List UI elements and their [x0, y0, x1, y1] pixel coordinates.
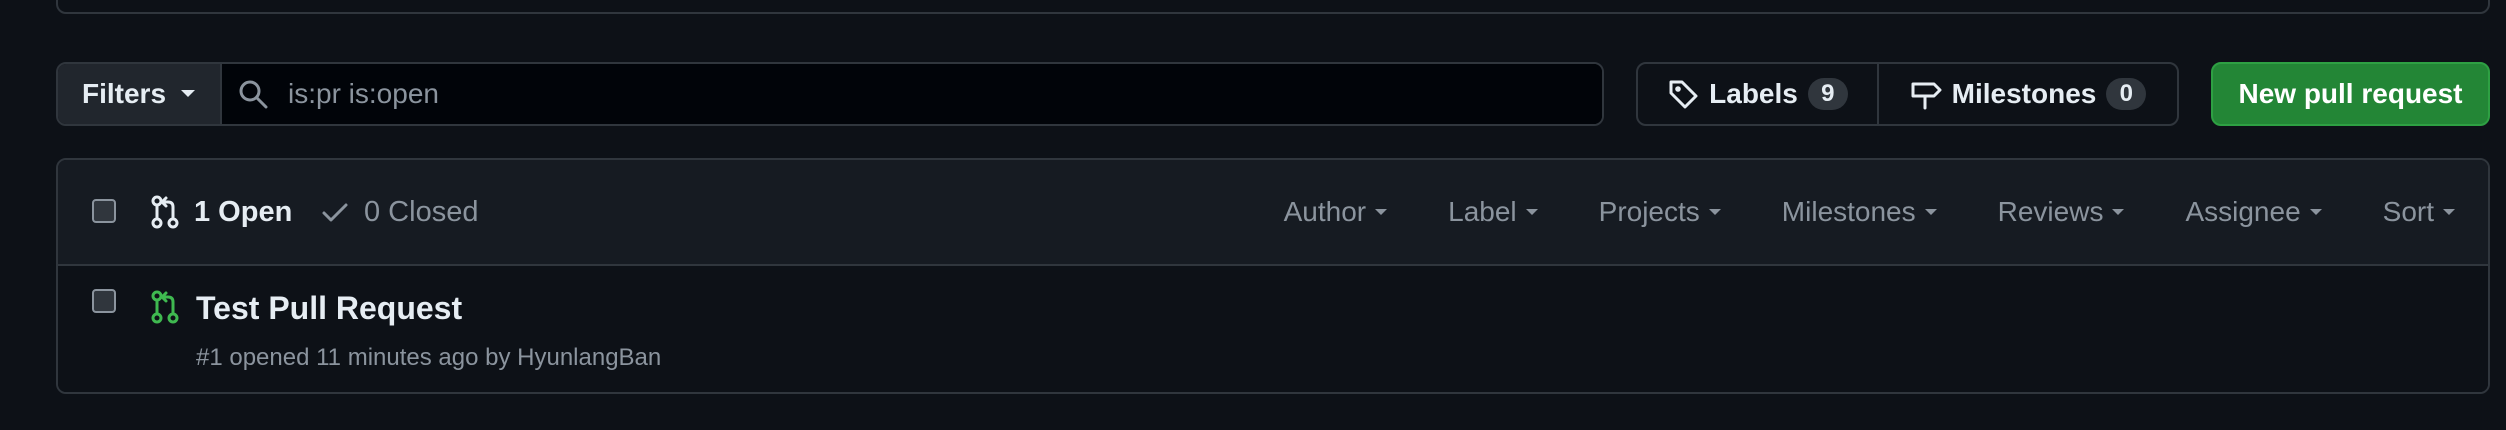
pull-request-checkbox[interactable] [92, 289, 116, 313]
search-icon [238, 79, 268, 109]
milestones-button[interactable]: Milestones 0 [1879, 64, 2177, 124]
new-pull-request-button[interactable]: New pull request [2211, 62, 2490, 126]
open-count-label: 1 Open [194, 195, 293, 228]
top-panel-border [56, 0, 2490, 14]
milestones-filter-dropdown[interactable]: Milestones [1782, 196, 1938, 228]
label-filter-dropdown[interactable]: Label [1448, 196, 1539, 228]
check-icon [320, 197, 350, 227]
author-filter-dropdown[interactable]: Author [1284, 196, 1389, 228]
sort-dropdown[interactable]: Sort [2383, 196, 2456, 228]
label-filter-label: Label [1448, 196, 1517, 227]
triangle-down-icon [1924, 208, 1938, 217]
pull-request-meta: #1 opened 11 minutes ago by HyunlangBan [196, 344, 661, 372]
triangle-down-icon [1708, 208, 1722, 217]
author-filter-label: Author [1283, 196, 1367, 227]
reviews-filter-label: Reviews [1997, 196, 2104, 227]
list-filters: Author Label Projects Milestones Reviews… [1284, 160, 2456, 264]
reviews-filter-dropdown[interactable]: Reviews [1998, 196, 2126, 228]
git-pull-request-icon [150, 195, 180, 229]
labels-count-badge: 9 [1807, 78, 1848, 110]
closed-count-label: 0 Closed [364, 195, 479, 228]
sort-label: Sort [2382, 196, 2434, 227]
git-pull-request-icon [150, 290, 180, 324]
search-field[interactable] [222, 64, 1602, 124]
search-input[interactable] [286, 77, 1602, 111]
milestone-icon [1910, 78, 1942, 110]
open-filter-tab[interactable]: 1 Open [150, 160, 292, 264]
list-header: 1 Open 0 Closed Author Label Projects Mi… [58, 160, 2488, 266]
milestones-button-label: Milestones [1951, 78, 2097, 109]
labels-milestones-group: Labels 9 Milestones 0 [1636, 62, 2179, 126]
filters-button-label: Filters [81, 78, 167, 109]
closed-filter-tab[interactable]: 0 Closed [320, 160, 478, 264]
pull-request-row: Test Pull Request #1 opened 11 minutes a… [58, 266, 2488, 392]
pull-request-title-link[interactable]: Test Pull Request [196, 290, 462, 327]
milestones-count-badge: 0 [2106, 78, 2147, 110]
assignee-filter-label: Assignee [2185, 196, 2301, 227]
triangle-down-icon [2111, 208, 2125, 217]
triangle-down-icon [180, 89, 196, 99]
pull-request-author-link[interactable]: HyunlangBan [517, 344, 661, 371]
assignee-filter-dropdown[interactable]: Assignee [2185, 196, 2322, 228]
filter-search-group: Filters [56, 62, 1604, 126]
projects-filter-label: Projects [1598, 196, 1700, 227]
triangle-down-icon [2309, 208, 2323, 217]
tag-icon [1667, 78, 1699, 110]
milestones-filter-label: Milestones [1781, 196, 1916, 227]
projects-filter-dropdown[interactable]: Projects [1599, 196, 1722, 228]
triangle-down-icon [2442, 208, 2456, 217]
pull-request-meta-text: #1 opened 11 minutes ago by [196, 344, 511, 371]
triangle-down-icon [1374, 208, 1388, 217]
select-all-checkbox[interactable] [92, 199, 116, 223]
labels-button-label: Labels [1709, 78, 1798, 109]
labels-button[interactable]: Labels 9 [1638, 64, 1879, 124]
triangle-down-icon [1525, 208, 1539, 217]
filters-dropdown-button[interactable]: Filters [58, 64, 222, 124]
pull-request-toolbar: Filters Labels 9 [56, 62, 2490, 126]
pull-request-list: 1 Open 0 Closed Author Label Projects Mi… [56, 158, 2490, 394]
